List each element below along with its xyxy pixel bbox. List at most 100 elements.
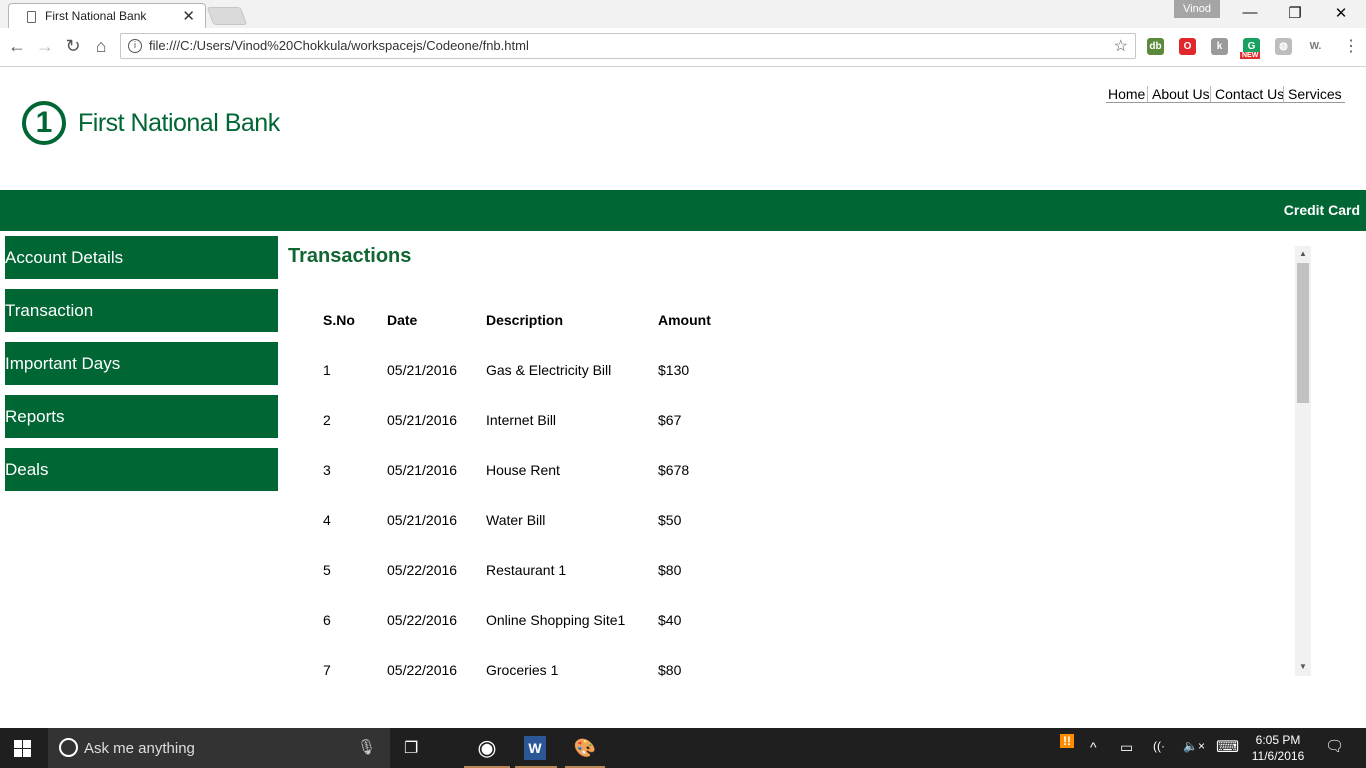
nav-divider [1210,86,1211,102]
table-cell-description: Restaurant 1 [486,562,567,578]
close-window-icon[interactable]: ✕ [1321,4,1361,22]
nav-divider [1283,86,1284,102]
battery-icon[interactable]: ▭ [1120,739,1133,756]
column-header-date: Date [387,312,418,328]
pin-extension-icon[interactable]: ◍ [1275,38,1292,55]
column-header-amount: Amount [658,312,711,328]
table-cell-sno: 6 [323,612,331,628]
keyboard-icon[interactable]: ⌨ [1216,737,1239,757]
table-cell-sno: 7 [323,662,331,678]
page-title: Transactions [288,245,412,267]
scroll-up-icon[interactable]: ▲ [1299,249,1307,258]
table-cell-date: 05/21/2016 [387,512,458,528]
home-icon[interactable]: ⌂ [90,36,112,56]
wifi-icon[interactable]: ((· [1153,739,1165,753]
new-badge: NEW [1240,52,1261,59]
top-nav: Home About Us Contact Us Services [1106,86,1345,103]
sidebar-item-reports[interactable]: Reports [5,395,278,438]
table-cell-amount: $40 [658,612,682,628]
browser-toolbar: ← → ↻ ⌂ i file:///C:/Users/Vinod%20Chokk… [0,28,1366,67]
table-cell-date: 05/22/2016 [387,562,458,578]
nav-divider [1147,86,1148,102]
table-cell-description: House Rent [486,462,560,478]
back-icon[interactable]: ← [6,36,28,56]
bank-logo-mark-icon: 1 [22,101,66,145]
table-cell-date: 05/21/2016 [387,462,458,478]
sidebar-item-account-details[interactable]: Account Details [5,236,278,279]
chrome-taskbar-icon[interactable]: ◉ [474,736,500,760]
alert-tray-icon[interactable]: !! [1060,734,1074,748]
taskbar-clock[interactable]: 6:05 PM 11/6/2016 [1246,732,1310,764]
forward-icon[interactable]: → [34,36,56,56]
address-bar[interactable]: i file:///C:/Users/Vinod%20Chokkula/work… [120,33,1136,59]
table-cell-description: Groceries 1 [486,662,559,678]
tab-title: First National Bank [45,9,147,23]
site-info-icon[interactable]: i [128,39,142,53]
minimize-icon[interactable]: — [1230,4,1270,21]
clock-time: 6:05 PM [1255,733,1301,747]
nav-link-contact-us[interactable]: Contact Us [1215,86,1284,102]
task-view-icon[interactable]: ❐ [404,738,418,762]
page-favicon-icon [27,11,36,23]
w-extension-icon[interactable]: W. [1307,38,1324,55]
scroll-down-icon[interactable]: ▼ [1299,662,1307,671]
table-cell-description: Water Bill [486,512,546,528]
table-cell-date: 05/21/2016 [387,412,458,428]
table-cell-date: 05/22/2016 [387,612,458,628]
scrollbar-thumb[interactable] [1297,263,1309,403]
db-extension-icon[interactable]: db [1147,38,1164,55]
table-cell-sno: 5 [323,562,331,578]
sidebar-item-important-days[interactable]: Important Days [5,342,278,385]
microphone-icon[interactable]: 🎙 [357,738,376,756]
table-cell-description: Internet Bill [486,412,557,428]
table-cell-amount: $80 [658,562,682,578]
bookmark-star-icon[interactable]: ☆ [1114,36,1128,56]
opera-extension-icon[interactable]: O [1179,38,1196,55]
word-taskbar-icon[interactable]: W [524,736,546,760]
table-cell-sno: 4 [323,512,331,528]
table-cell-amount: $80 [658,662,682,678]
cortana-icon [59,738,78,757]
table-cell-sno: 3 [323,462,331,478]
cortana-search-placeholder: Ask me anything [84,740,195,757]
column-header-sno: S.No [323,312,355,328]
cortana-search-box[interactable]: Ask me anything 🎙 [48,728,390,768]
table-cell-amount: $130 [658,362,690,378]
tab-close-icon[interactable]: ✕ [182,7,195,25]
table-cell-sno: 1 [323,362,331,378]
credit-card-link[interactable]: Credit Card [1284,202,1360,218]
clock-date: 11/6/2016 [1251,749,1305,763]
table-cell-date: 05/22/2016 [387,662,458,678]
windows-start-icon[interactable] [14,740,31,757]
new-tab-button[interactable] [206,7,248,25]
nav-link-about-us[interactable]: About Us [1152,86,1210,102]
restore-icon[interactable]: ❐ [1275,4,1315,22]
banner-bar: Credit Card [0,190,1366,231]
profile-badge[interactable]: Vinod [1174,0,1220,18]
nav-link-home[interactable]: Home [1108,86,1145,102]
table-cell-description: Gas & Electricity Bill [486,362,612,378]
reload-icon[interactable]: ↻ [62,36,84,56]
k-extension-icon[interactable]: k [1211,38,1228,55]
table-cell-sno: 2 [323,412,331,428]
notification-center-icon[interactable]: 🗨 [1325,737,1344,755]
sidebar-item-deals[interactable]: Deals [5,448,278,491]
address-url[interactable]: file:///C:/Users/Vinod%20Chokkula/worksp… [149,38,529,53]
paint-taskbar-icon[interactable]: 🎨 [572,736,598,760]
browser-menu-icon[interactable]: ⋮ [1343,36,1359,56]
table-cell-amount: $67 [658,412,682,428]
bank-logo-text: First National Bank [78,109,280,137]
browser-tabstrip: First National Bank ✕ Vinod — ❐ ✕ [0,0,1366,30]
volume-muted-icon[interactable]: 🔈× [1183,739,1205,753]
nav-link-services[interactable]: Services [1288,86,1342,102]
show-hidden-icons-chevron-icon[interactable]: ^ [1090,739,1097,755]
content-scrollbar[interactable]: ▲ ▼ [1295,246,1311,676]
sidebar-item-transaction[interactable]: Transaction [5,289,278,332]
table-cell-description: Online Shopping Site1 [486,612,626,628]
table-cell-amount: $50 [658,512,682,528]
browser-tab[interactable]: First National Bank ✕ [8,3,206,30]
windows-taskbar: Ask me anything 🎙 ❐ ◉ W 🎨 !! ^ ▭ ((· 🔈× … [0,728,1366,768]
table-cell-amount: $678 [658,462,690,478]
table-cell-date: 05/21/2016 [387,362,458,378]
column-header-description: Description [486,312,564,328]
